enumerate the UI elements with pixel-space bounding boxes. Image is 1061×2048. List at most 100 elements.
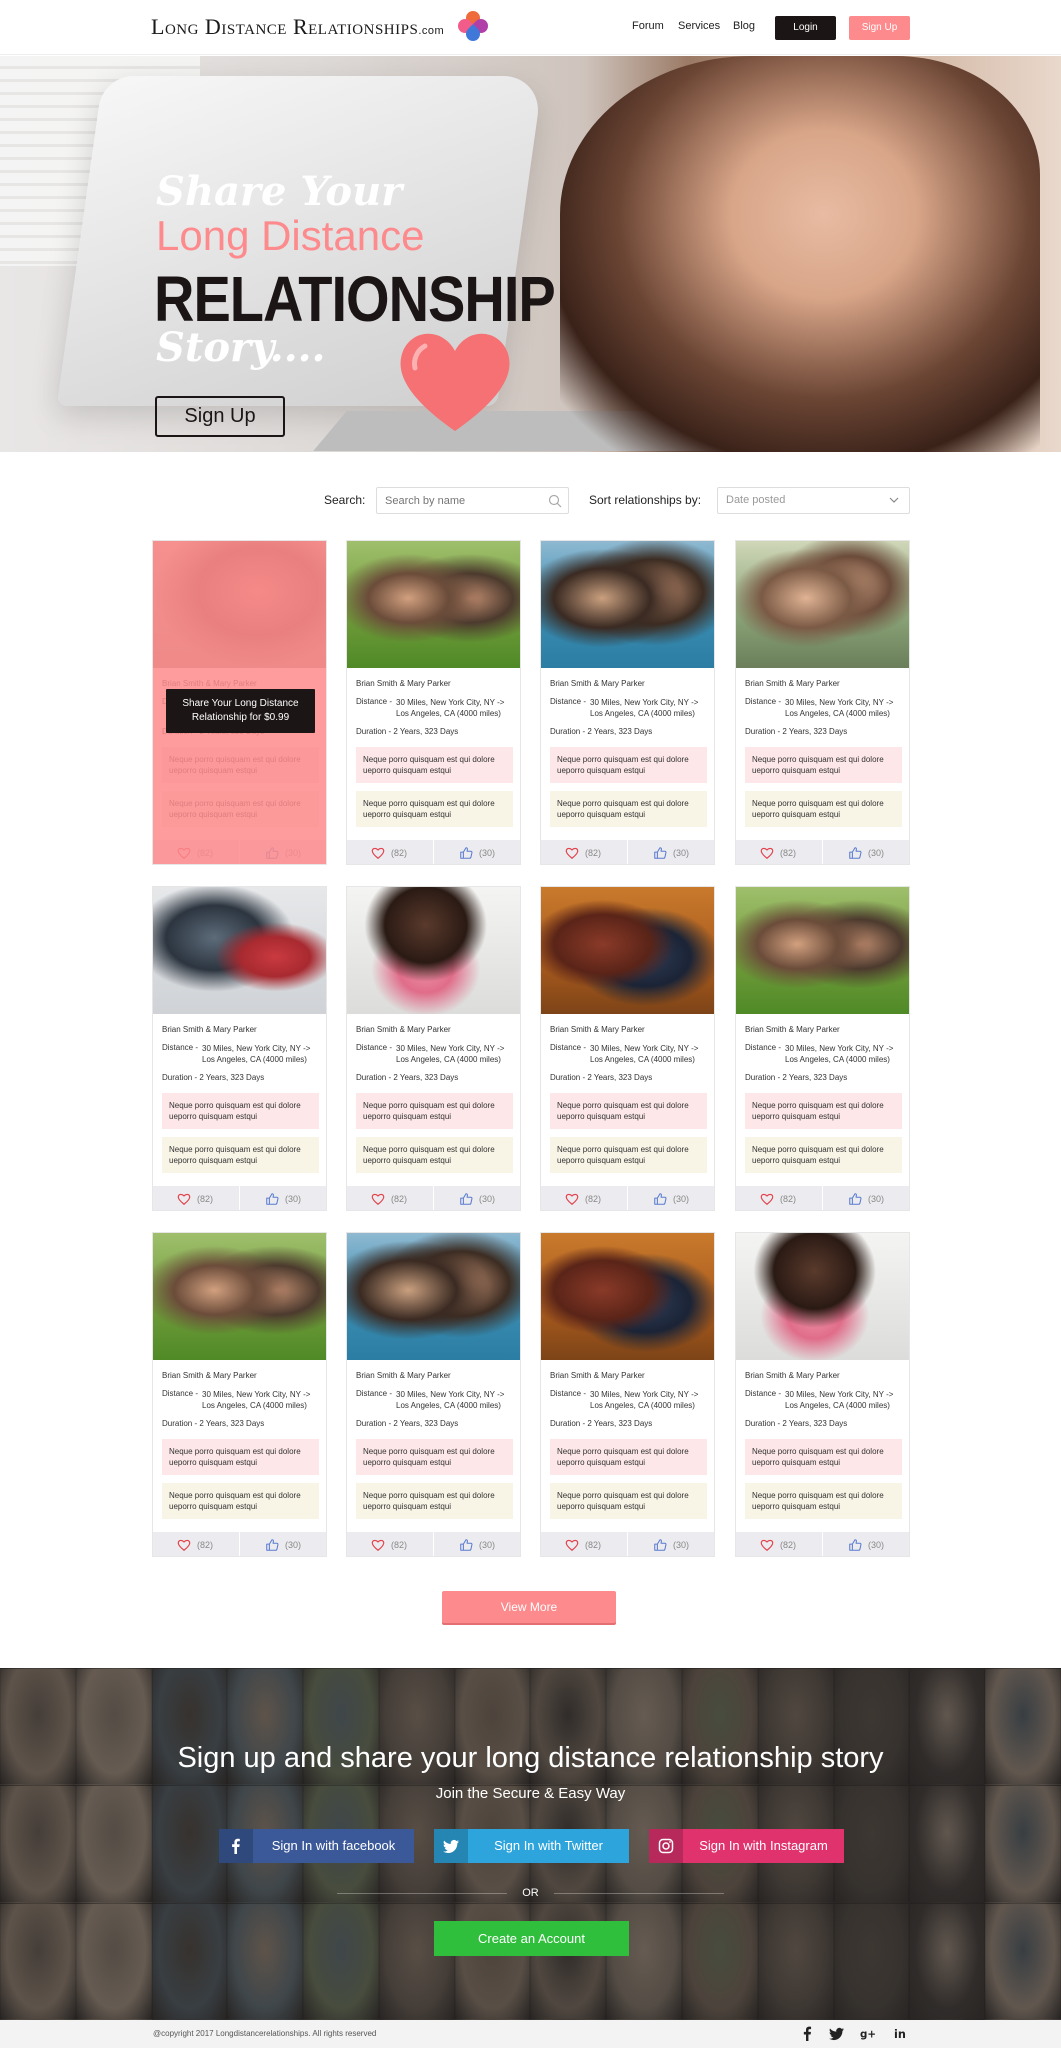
story-quote-1: Neque porro quisquam est qui dolore uepo…	[745, 747, 902, 783]
thumbs-up-icon	[266, 1193, 279, 1205]
facebook-signin-button[interactable]: Sign In with facebook	[219, 1829, 414, 1863]
thumbs-up-button[interactable]: (30)	[435, 1186, 520, 1210]
heart-icon	[371, 847, 385, 859]
thumbs-count: (30)	[868, 1540, 885, 1550]
story-card[interactable]: Brian Smith & Mary ParkerDistance -30 Mi…	[346, 886, 521, 1211]
distance-value: 30 Miles, New York City, NY -> Los Angel…	[396, 1390, 505, 1410]
like-button[interactable]: (82)	[153, 1532, 240, 1556]
like-button[interactable]: (82)	[347, 840, 434, 864]
like-button[interactable]: (82)	[153, 1186, 240, 1210]
thumbs-count: (30)	[673, 848, 690, 858]
couple-names: Brian Smith & Mary Parker	[550, 1025, 645, 1034]
couple-photo[interactable]	[153, 887, 326, 1014]
thumbs-up-button[interactable]: (30)	[824, 1186, 909, 1210]
duration-text: Duration - 2 Years, 323 Days	[745, 1419, 848, 1428]
story-card[interactable]: Brian Smith & Mary ParkerDistance -30 Mi…	[735, 886, 910, 1211]
login-button[interactable]: Login	[775, 16, 836, 40]
featured-promo-overlay[interactable]: Share Your Long Distance Relationship for…	[153, 541, 326, 864]
story-card[interactable]: Brian Smith & Mary ParkerDistance -30 Mi…	[152, 540, 327, 865]
couple-names: Brian Smith & Mary Parker	[745, 1371, 840, 1380]
heart-icon	[760, 1539, 774, 1551]
heart-icon	[565, 1193, 579, 1205]
logo-suffix: .com	[418, 25, 445, 37]
thumbs-up-button[interactable]: (30)	[629, 1532, 714, 1556]
story-quote-1: Neque porro quisquam est qui dolore uepo…	[550, 747, 707, 783]
twitter-signin-button[interactable]: Sign In with Twitter	[434, 1829, 629, 1863]
thumbs-up-button[interactable]: (30)	[629, 840, 714, 864]
thumbs-up-button[interactable]: (30)	[435, 840, 520, 864]
like-count: (82)	[391, 1194, 408, 1204]
heart-icon	[565, 1539, 579, 1551]
thumbs-up-button[interactable]: (30)	[241, 1186, 326, 1210]
like-button[interactable]: (82)	[347, 1186, 434, 1210]
duration-text: Duration - 2 Years, 323 Days	[356, 1073, 459, 1082]
thumbs-up-button[interactable]: (30)	[824, 1532, 909, 1556]
like-button[interactable]: (82)	[736, 1532, 823, 1556]
instagram-signin-button[interactable]: Sign In with Instagram	[649, 1829, 844, 1863]
card-actions: (82) (30)	[736, 1186, 909, 1210]
hero-signup-button[interactable]: Sign Up	[155, 396, 285, 437]
couple-photo[interactable]	[541, 541, 714, 668]
thumbs-count: (30)	[479, 848, 496, 858]
search-label: Search:	[324, 493, 366, 507]
like-button[interactable]: (82)	[347, 1532, 434, 1556]
like-button[interactable]: (82)	[541, 1186, 628, 1210]
thumbs-up-button[interactable]: (30)	[824, 840, 909, 864]
like-button[interactable]: (82)	[541, 1532, 628, 1556]
thumbs-up-button[interactable]: (30)	[241, 1532, 326, 1556]
svg-text:g+: g+	[860, 2028, 875, 2040]
couple-photo[interactable]	[541, 887, 714, 1014]
story-card[interactable]: Brian Smith & Mary ParkerDistance -30 Mi…	[346, 540, 521, 865]
story-card[interactable]: Brian Smith & Mary ParkerDistance -30 Mi…	[540, 540, 715, 865]
nav-forum[interactable]: Forum	[632, 20, 664, 32]
couple-photo[interactable]	[347, 1233, 520, 1360]
like-button[interactable]: (82)	[736, 840, 823, 864]
site-logo[interactable]: Long Distance Relationships.com	[151, 14, 444, 40]
thumbs-up-button[interactable]: (30)	[435, 1532, 520, 1556]
card-actions: (82) (30)	[153, 1186, 326, 1210]
story-card[interactable]: Brian Smith & Mary ParkerDistance -30 Mi…	[735, 540, 910, 865]
card-actions: (82) (30)	[153, 1532, 326, 1556]
twitter-icon[interactable]	[829, 2026, 844, 2041]
facebook-signin-label: Sign In with facebook	[271, 1838, 396, 1853]
story-card[interactable]: Brian Smith & Mary ParkerDistance -30 Mi…	[346, 1232, 521, 1557]
promo-tag[interactable]: Share Your Long Distance Relationship for…	[166, 689, 315, 733]
story-card[interactable]: Brian Smith & Mary ParkerDistance -30 Mi…	[540, 1232, 715, 1557]
linkedin-icon[interactable]: in	[894, 2026, 909, 2041]
story-card[interactable]: Brian Smith & Mary ParkerDistance -30 Mi…	[540, 886, 715, 1211]
nav-blog[interactable]: Blog	[733, 20, 755, 32]
facebook-icon[interactable]	[800, 2026, 815, 2041]
sort-select[interactable]: Date posted	[717, 487, 910, 514]
thumbs-up-icon	[266, 1539, 279, 1551]
view-more-button[interactable]: View More	[442, 1591, 616, 1623]
create-account-button[interactable]: Create an Account	[434, 1921, 629, 1956]
distance-value: 30 Miles, New York City, NY -> Los Angel…	[396, 698, 505, 718]
signup-button[interactable]: Sign Up	[849, 16, 910, 40]
thumbs-up-icon	[849, 847, 862, 859]
distance-value: 30 Miles, New York City, NY -> Los Angel…	[590, 1044, 699, 1064]
story-quote-2: Neque porro quisquam est qui dolore uepo…	[162, 1483, 319, 1519]
couple-photo[interactable]	[541, 1233, 714, 1360]
couple-photo[interactable]	[736, 541, 909, 668]
nav-services[interactable]: Services	[678, 20, 720, 32]
story-quote-1: Neque porro quisquam est qui dolore uepo…	[162, 1439, 319, 1475]
google-plus-icon[interactable]: g+	[860, 2026, 875, 2041]
story-card[interactable]: Brian Smith & Mary ParkerDistance -30 Mi…	[152, 1232, 327, 1557]
like-button[interactable]: (82)	[541, 840, 628, 864]
couple-photo[interactable]	[736, 1233, 909, 1360]
story-card[interactable]: Brian Smith & Mary ParkerDistance -30 Mi…	[735, 1232, 910, 1557]
duration-text: Duration - 2 Years, 323 Days	[550, 727, 653, 736]
search-input[interactable]	[377, 488, 568, 513]
distance-label: Distance -	[550, 1389, 587, 1398]
like-button[interactable]: (82)	[736, 1186, 823, 1210]
couple-photo[interactable]	[347, 541, 520, 668]
search-icon[interactable]	[548, 494, 562, 508]
thumbs-up-button[interactable]: (30)	[629, 1186, 714, 1210]
like-count: (82)	[780, 1540, 797, 1550]
couple-photo[interactable]	[153, 1233, 326, 1360]
couple-photo[interactable]	[736, 887, 909, 1014]
story-card[interactable]: Brian Smith & Mary ParkerDistance -30 Mi…	[152, 886, 327, 1211]
duration-text: Duration - 2 Years, 323 Days	[162, 1073, 265, 1082]
couple-photo[interactable]	[347, 887, 520, 1014]
thumbs-up-icon	[654, 1539, 667, 1551]
